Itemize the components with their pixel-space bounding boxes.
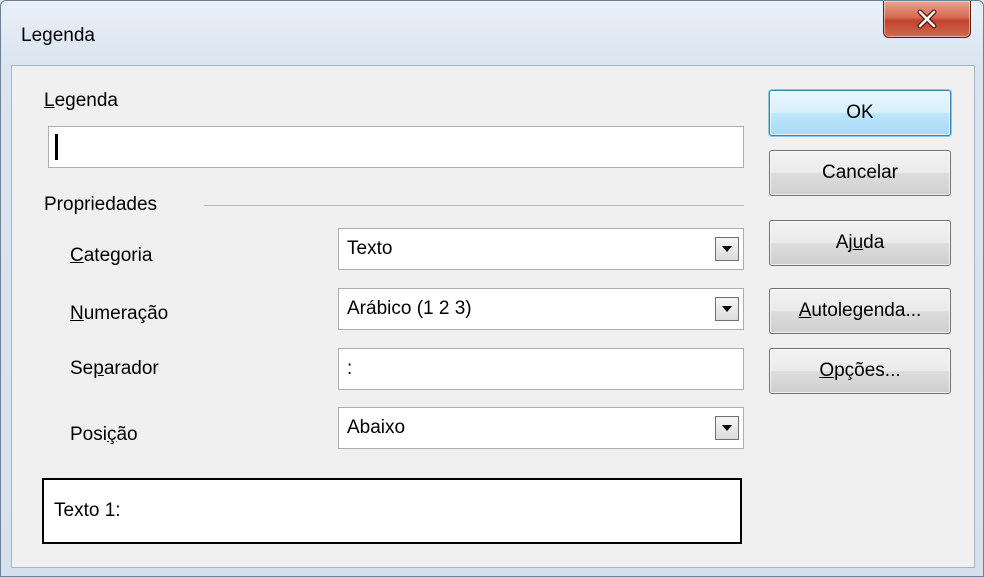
options-label-rest: pções... [834,360,901,381]
position-label: Posição [70,424,138,445]
preview-text: Texto 1: [54,500,121,521]
numbering-select[interactable]: Arábico (1 2 3) [338,288,744,330]
cancel-button[interactable]: Cancelar [769,150,951,196]
position-value: Abaixo [347,417,406,438]
numbering-value: Arábico (1 2 3) [347,298,472,319]
help-button-label-pre: Aj [835,232,853,253]
caption-dialog: Legenda Legenda Propriedades Categoria T… [0,0,984,577]
caption-preview: Texto 1: [42,478,742,544]
category-value: Texto [347,238,393,259]
category-label: Categoria [70,245,153,266]
separator-value: : [347,358,353,379]
help-button[interactable]: Aj u da [769,220,951,266]
separator-input[interactable]: : [338,348,744,390]
caption-label: Legenda [44,90,118,111]
autocaption-button[interactable]: Autolegenda... [769,288,951,334]
properties-divider [204,205,744,206]
caption-input[interactable] [48,126,744,168]
autocaption-label-accel: A [798,300,812,321]
numbering-label: Numeração [70,303,169,324]
separator-label: Separador [70,358,159,379]
title-bar[interactable]: Legenda [1,1,983,65]
close-button[interactable] [883,1,971,38]
chevron-down-icon [722,306,732,312]
options-button[interactable]: Opções... [769,348,951,394]
options-label-accel: O [819,360,835,381]
help-button-label-rest: da [863,232,885,253]
help-button-label-accel: u [852,232,864,253]
chevron-down-icon [722,246,732,252]
close-x-icon [917,9,937,29]
category-select[interactable]: Texto [338,228,744,270]
category-dropdown-button[interactable] [715,237,739,261]
text-caret [55,134,58,160]
ok-button[interactable]: OK [769,90,951,136]
autocaption-label-rest: utolegenda... [811,300,922,321]
position-select[interactable]: Abaixo [338,407,744,449]
position-dropdown-button[interactable] [715,416,739,440]
properties-group-label: Propriedades [44,194,158,215]
dialog-body: Legenda Propriedades Categoria Texto Num… [11,65,975,568]
numbering-dropdown-button[interactable] [715,297,739,321]
window-title: Legenda [21,25,95,46]
chevron-down-icon [722,425,732,431]
